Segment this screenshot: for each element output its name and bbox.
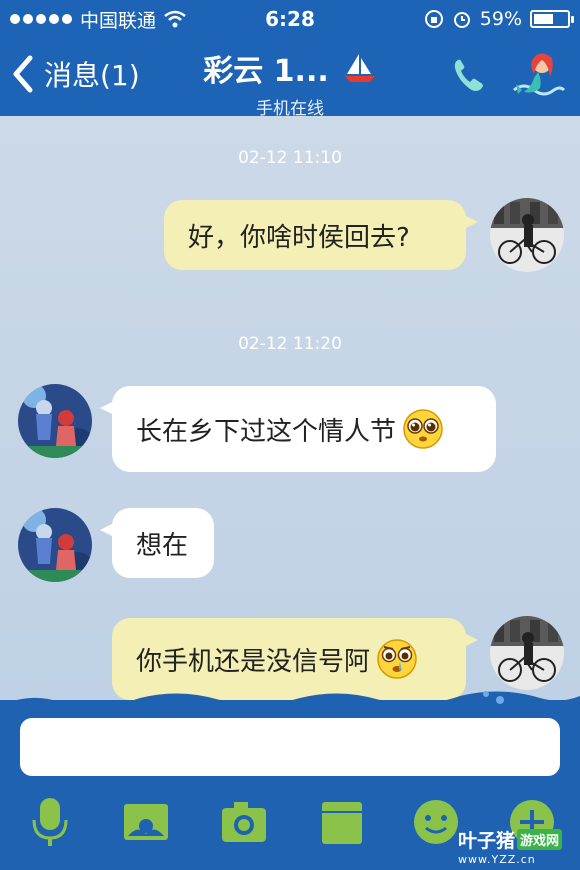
status-left: 中国联通 — [10, 6, 186, 33]
contact-avatar[interactable] — [18, 508, 92, 582]
wifi-icon — [164, 10, 186, 28]
carrier-name: 中国联通 — [80, 9, 157, 32]
rotation-lock-icon — [424, 10, 443, 28]
message-input[interactable] — [20, 718, 560, 776]
title-row: 彩云 1... — [160, 46, 420, 90]
smiley-icon[interactable] — [412, 796, 460, 848]
my-avatar[interactable] — [490, 616, 564, 690]
watermark-title: 叶子猪 游戏网 — [458, 826, 578, 853]
watermark-brand: 叶子猪 — [458, 830, 516, 852]
contact-name: 彩云 1... — [203, 54, 329, 89]
back-chevron-icon — [13, 55, 33, 93]
contact-info[interactable]: 彩云 1... 手机在线 — [160, 46, 420, 119]
signal-strength-icon — [10, 14, 72, 24]
message-text: 长在乡下过这个情人节 — [136, 416, 397, 447]
incoming-message-bubble[interactable]: 长在乡下过这个情人节 — [100, 386, 496, 472]
message-text: 你手机还是没信号阿 — [136, 646, 371, 677]
watermark-badge: 游戏网 — [517, 829, 563, 850]
alarm-icon — [453, 12, 470, 28]
wave-decoration — [0, 691, 580, 716]
image-gallery-icon[interactable] — [122, 796, 170, 848]
message-text: 想在 — [136, 530, 189, 561]
outgoing-message-bubble[interactable]: 好，你啥时侯回去? — [164, 200, 478, 270]
watermark-logo: 叶子猪 游戏网 www.YZZ.cn — [458, 826, 578, 868]
battery-fill — [534, 14, 553, 24]
microphone-icon[interactable] — [26, 796, 74, 848]
pleading-face-emoji — [403, 409, 443, 449]
chat-message-list[interactable]: 02-12 11:10 好，你啥时侯回去? 02-12 11:20 长在乡下过这… — [0, 116, 580, 706]
message-timestamp: 02-12 11:10 — [238, 148, 342, 168]
contact-avatar[interactable] — [18, 384, 92, 458]
back-label: 消息(1) — [44, 59, 140, 92]
phone-icon[interactable] — [448, 56, 488, 96]
message-timestamp: 02-12 11:20 — [238, 334, 342, 354]
folder-icon[interactable] — [318, 796, 366, 848]
anime-couple-avatar — [18, 508, 92, 582]
bicycle-photo — [490, 616, 564, 690]
bicycle-photo — [490, 198, 564, 272]
status-bar: 中国联通 6:28 59% — [0, 0, 580, 38]
camera-icon[interactable] — [220, 796, 268, 848]
my-avatar[interactable] — [490, 198, 564, 272]
message-text: 好，你啥时侯回去? — [188, 222, 410, 253]
anime-couple-avatar — [18, 384, 92, 458]
incoming-message-bubble[interactable]: 想在 — [100, 508, 214, 578]
back-button[interactable]: 消息(1) — [8, 54, 140, 94]
sailboat-icon — [344, 54, 375, 82]
battery-percent: 59% — [479, 8, 522, 30]
battery-icon — [530, 10, 574, 28]
status-right: 59% — [424, 8, 574, 30]
mermaid-avatar[interactable] — [510, 50, 566, 100]
crying-face-emoji — [377, 639, 417, 679]
chat-header: 消息(1) 彩云 1... 手机在线 — [0, 38, 580, 119]
watermark-url: www.YZZ.cn — [458, 853, 536, 866]
